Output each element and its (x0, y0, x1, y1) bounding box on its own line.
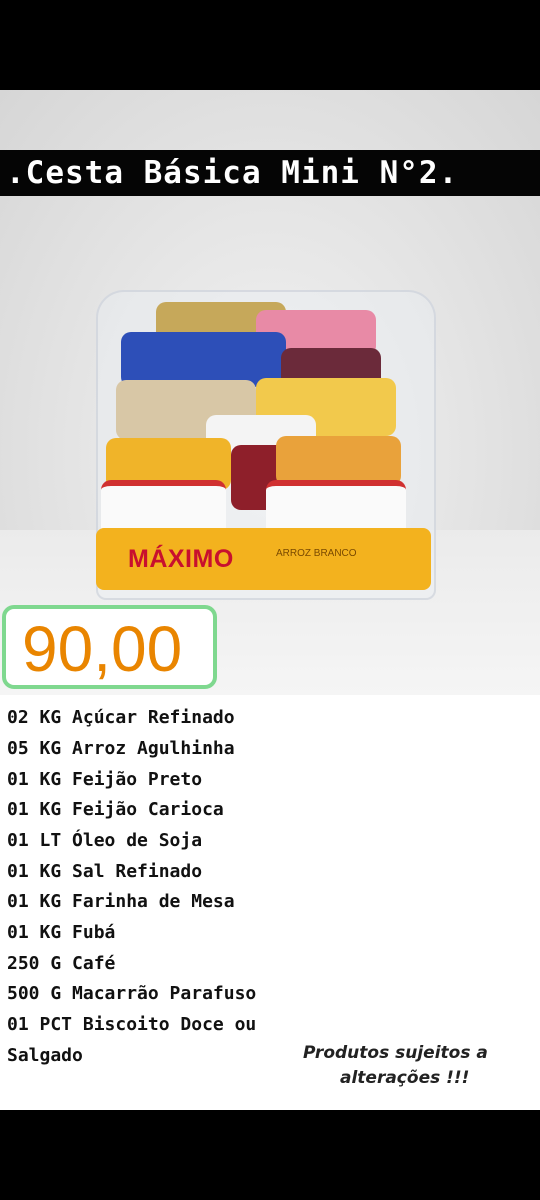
grocery-bag-image: MÁXIMO ARROZ BRANCO (96, 290, 436, 600)
disclaimer-line-2: alterações !!! (340, 1068, 470, 1088)
disclaimer-line-1: Produtos sujeitos a (303, 1043, 488, 1063)
price-value: 90,00 (22, 613, 183, 685)
list-item: 250 G Café (7, 953, 116, 974)
price-badge: 90,00 (2, 605, 217, 689)
page-title: .Cesta Básica Mini N°2. (0, 150, 540, 196)
list-item: 01 KG Sal Refinado (7, 861, 203, 882)
list-item: Salgado (7, 1045, 83, 1066)
items-panel: 02 KG Açúcar Refinado 05 KG Arroz Agulhi… (0, 695, 540, 1110)
list-item: 01 KG Feijão Preto (7, 769, 203, 790)
package-orange (276, 436, 401, 486)
list-item: 01 KG Fubá (7, 922, 116, 943)
list-item: 02 KG Açúcar Refinado (7, 707, 235, 728)
list-item: 01 KG Farinha de Mesa (7, 891, 235, 912)
bottom-black-bar (0, 1110, 540, 1200)
list-item: 01 KG Feijão Carioca (7, 799, 224, 820)
maximo-product-label: ARROZ BRANCO (276, 548, 357, 559)
list-item: 05 KG Arroz Agulhinha (7, 738, 235, 759)
maximo-logo: MÁXIMO (128, 545, 234, 573)
list-item: 01 PCT Biscoito Doce ou (7, 1014, 257, 1035)
list-item: 500 G Macarrão Parafuso (7, 983, 257, 1004)
top-black-bar (0, 0, 540, 90)
list-item: 01 LT Óleo de Soja (7, 830, 203, 851)
